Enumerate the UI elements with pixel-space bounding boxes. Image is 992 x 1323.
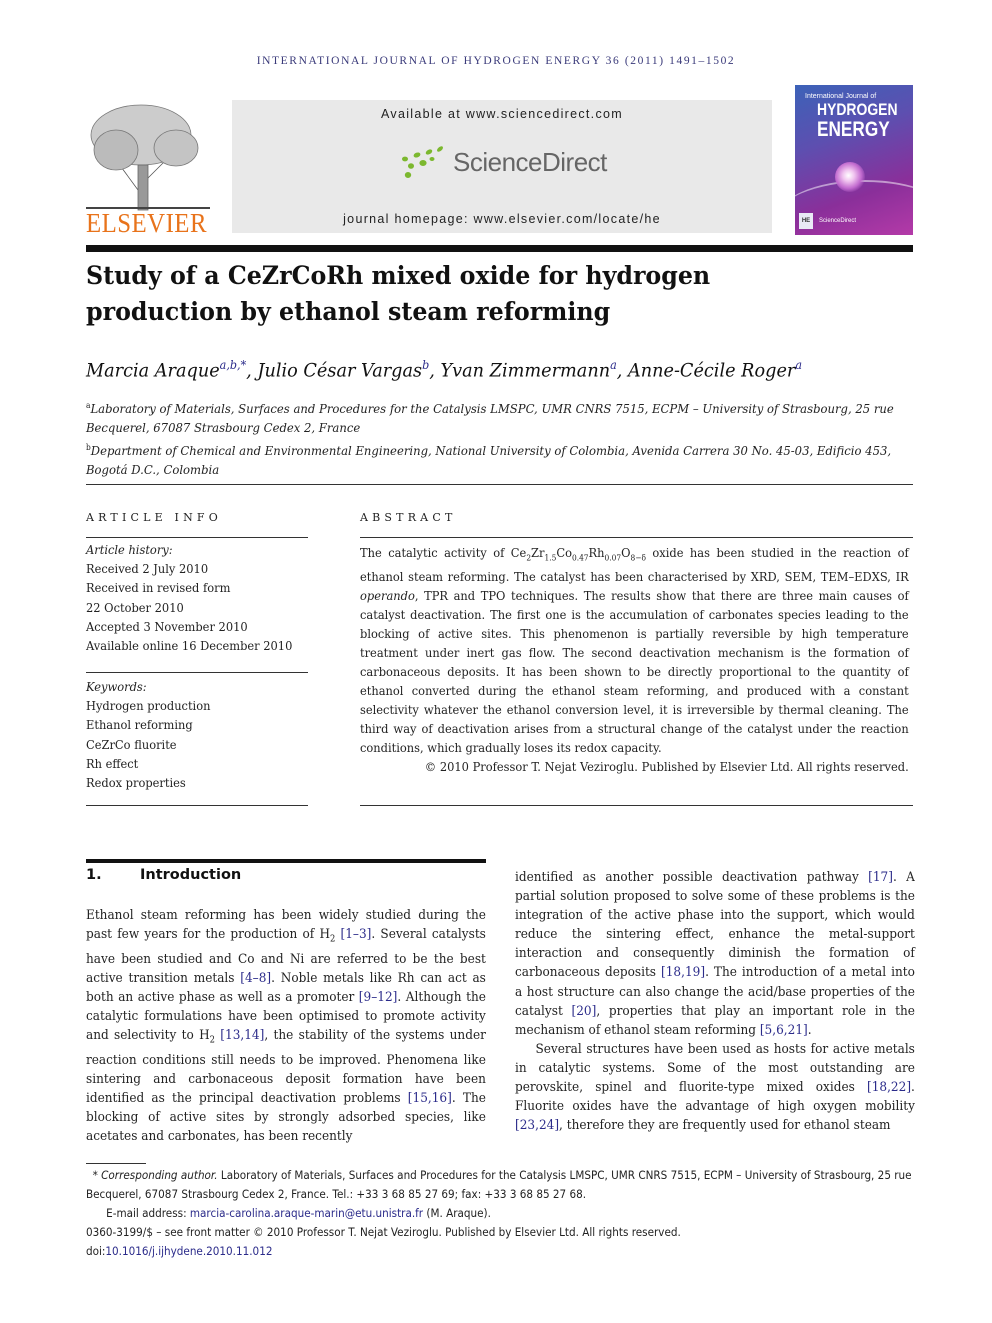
cover-subtitle: International Journal of <box>805 93 877 100</box>
paragraph: Several structures have been used as hos… <box>515 1041 915 1134</box>
author-affil-mark[interactable]: a,b,* <box>220 358 246 372</box>
abstract-fragment: , TPR and TPO techniques. The results sh… <box>360 588 909 756</box>
header-divider <box>86 245 913 252</box>
section-heading: 1. Introduction <box>86 867 241 883</box>
citation-link[interactable]: [20] <box>571 1004 596 1019</box>
keyword[interactable]: Rh effect <box>86 755 295 774</box>
journal-homepage-link[interactable]: journal homepage: www.elsevier.com/locat… <box>232 212 772 226</box>
body-column-left: Ethanol steam reforming has been widely … <box>86 908 486 1145</box>
abstract-heading: ABSTRACT <box>360 511 457 524</box>
elsevier-tree-logo <box>86 104 210 211</box>
citation-link[interactable]: [18,22] <box>867 1080 911 1095</box>
citation-link[interactable]: [4–8] <box>240 971 271 986</box>
history-item: Accepted 3 November 2010 <box>86 619 248 634</box>
keyword[interactable]: Ethanol reforming <box>86 716 295 735</box>
author[interactable]: Marcia Araque <box>86 359 220 381</box>
chemical-formula: Ce2Zr1.5Co0.47Rh0.07O8−δ <box>510 546 646 563</box>
sciencedirect-banner: Available at www.sciencedirect.com Scien… <box>232 100 772 233</box>
divider <box>86 484 913 485</box>
abstract-fragment: operando <box>360 588 415 603</box>
keywords-label: Keywords: <box>86 680 147 694</box>
citation-link[interactable]: [1–3] <box>341 927 372 942</box>
author-list: Marcia Araquea,b,*, Julio César Vargasb,… <box>86 358 802 382</box>
keywords: Keywords: Hydrogen production Ethanol re… <box>86 678 295 793</box>
footnotes: * Corresponding author. Laboratory of Ma… <box>86 1166 914 1261</box>
article-title: Study of a CeZrCoRh mixed oxide for hydr… <box>86 261 711 327</box>
affiliation: aLaboratory of Materials, Surfaces and P… <box>86 396 923 438</box>
cover-badge: HE <box>799 213 813 229</box>
author-affil-mark[interactable]: b <box>422 358 429 372</box>
abstract-text: The catalytic activity of Ce2Zr1.5Co0.47… <box>360 544 909 778</box>
section-number: 1. <box>86 867 102 883</box>
divider <box>86 537 308 538</box>
sciencedirect-dots-icon <box>402 146 443 178</box>
divider <box>86 672 308 673</box>
email-note: E-mail address: marcia-carolina.araque-m… <box>106 1206 491 1220</box>
citation-link[interactable]: [15,16] <box>408 1091 452 1106</box>
cover-sciencedirect: ScienceDirect <box>819 218 857 224</box>
author[interactable]: Julio César Vargas <box>257 359 422 381</box>
citation-link[interactable]: [18,19] <box>661 965 705 980</box>
article-info-heading: ARTICLE INFO <box>86 511 222 524</box>
cover-orb <box>835 162 865 192</box>
history-item: Received 2 July 2010 <box>86 562 209 577</box>
author[interactable]: Anne-Cécile Roger <box>628 359 795 381</box>
citation-link[interactable]: [9–12] <box>359 990 398 1005</box>
author[interactable]: Yvan Zimmermann <box>441 359 611 381</box>
divider <box>360 805 913 806</box>
sciencedirect-wordmark: ScienceDirect <box>453 146 607 177</box>
cover-title: HYDROGEN ENERGY <box>817 101 898 141</box>
issn-note: 0360-3199/$ – see front matter © 2010 Pr… <box>86 1225 681 1239</box>
history-item: Available online 16 December 2010 <box>86 639 293 654</box>
keyword[interactable]: Hydrogen production <box>86 697 295 716</box>
section-title: Introduction <box>140 867 242 883</box>
abstract-copyright: © 2010 Professor T. Nejat Veziroglu. Pub… <box>424 760 909 775</box>
running-head: INTERNATIONAL JOURNAL OF HYDROGEN ENERGY… <box>256 55 736 67</box>
citation-link[interactable]: [23,24] <box>515 1118 559 1133</box>
keyword[interactable]: Redox properties <box>86 774 295 793</box>
footnote-divider <box>86 1163 146 1164</box>
abstract-fragment: The catalytic activity of <box>360 546 511 560</box>
divider <box>86 805 308 806</box>
doi-note: doi:10.1016/j.ijhydene.2010.11.012 <box>86 1244 273 1258</box>
history-item: Received in revised form <box>86 581 231 596</box>
author-affil-mark[interactable]: a <box>610 358 617 372</box>
available-at-link[interactable]: Available at www.sciencedirect.com <box>232 107 772 121</box>
article-history: Article history: Received 2 July 2010 Re… <box>86 541 295 656</box>
affiliation-text: Department of Chemical and Environmental… <box>86 442 892 478</box>
cover-title-line2: ENERGY <box>817 118 890 141</box>
affiliations: aLaboratory of Materials, Surfaces and P… <box>86 396 923 480</box>
affiliation-text: Laboratory of Materials, Surfaces and Pr… <box>86 401 894 436</box>
elsevier-logo[interactable]: ELSEVIER <box>86 208 207 239</box>
affiliation: bDepartment of Chemical and Environmenta… <box>86 438 923 480</box>
history-item: 22 October 2010 <box>86 600 184 615</box>
cover-title-line1: HYDROGEN <box>817 100 898 119</box>
sciencedirect-logo[interactable]: ScienceDirect <box>397 145 607 179</box>
section-divider <box>86 859 486 863</box>
email-link[interactable]: marcia-carolina.araque-marin@etu.unistra… <box>190 1206 423 1220</box>
citation-link[interactable]: [17] <box>868 870 893 885</box>
history-label: Article history: <box>86 543 173 557</box>
citation-link[interactable]: [13,14] <box>220 1028 264 1043</box>
author-affil-mark[interactable]: a <box>795 358 802 372</box>
keyword[interactable]: CeZrCo fluorite <box>86 736 295 755</box>
doi-link[interactable]: 10.1016/j.ijhydene.2010.11.012 <box>105 1244 272 1258</box>
divider <box>360 537 913 538</box>
citation-link[interactable]: [5,6,21] <box>760 1023 808 1038</box>
journal-cover[interactable]: International Journal of HYDROGEN ENERGY… <box>795 85 913 235</box>
corresponding-author-note: * Corresponding author. Laboratory of Ma… <box>86 1168 912 1201</box>
body-column-right: identified as another possible deactivat… <box>515 868 915 1135</box>
